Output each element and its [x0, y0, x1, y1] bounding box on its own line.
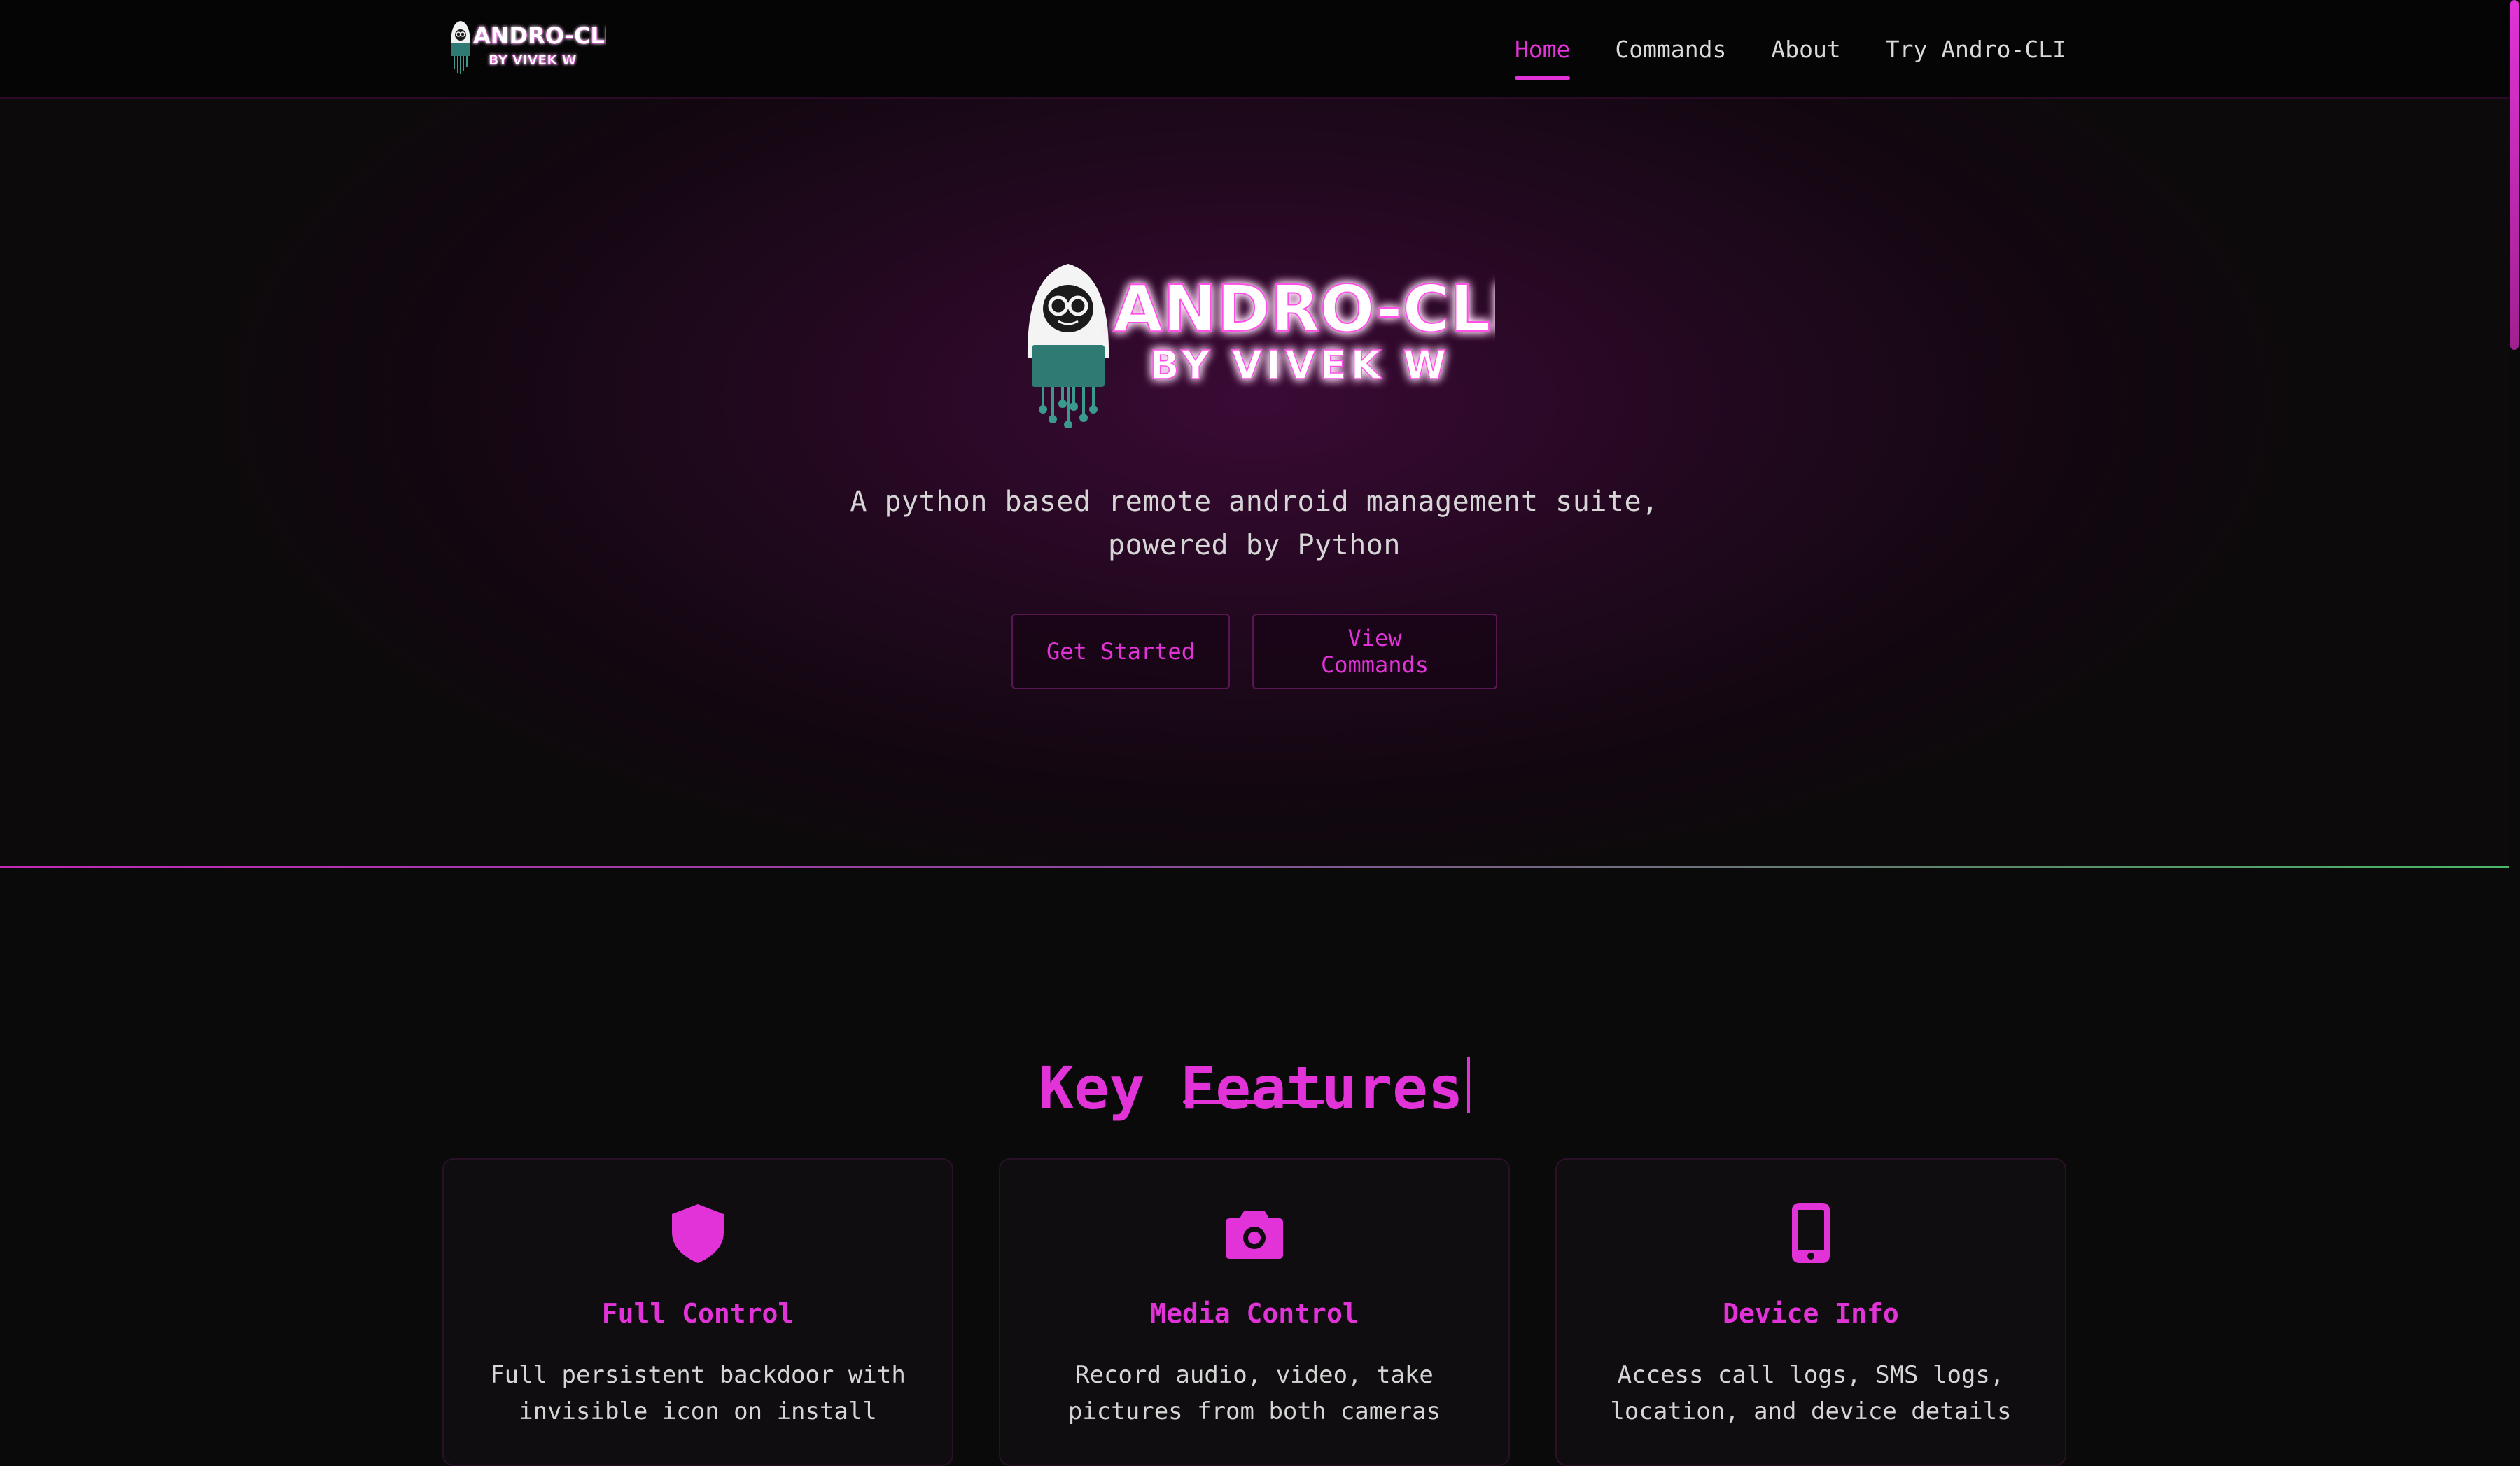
- nav-links: Home Commands About Try Andro-CLI: [1514, 0, 2066, 99]
- features-heading-text: Key Features: [1038, 1053, 1464, 1122]
- svg-text:BY VIVEK W: BY VIVEK W: [1149, 343, 1450, 388]
- feature-card-media-control: Media Control Record audio, video, take …: [999, 1158, 1510, 1466]
- section-divider: [0, 866, 2509, 868]
- hacker-mascot-icon: [451, 21, 470, 74]
- svg-text:ANDRO-CLI: ANDRO-CLI: [1113, 272, 1495, 346]
- nav-link-try-andro-cli[interactable]: Try Andro-CLI: [1886, 36, 2066, 63]
- nav-link-home[interactable]: Home: [1514, 36, 1571, 80]
- feature-card-title: Media Control: [1150, 1298, 1359, 1329]
- mobile-phone-icon: [1792, 1203, 1830, 1263]
- feature-card-description-line-2: pictures from both cameras: [1068, 1397, 1441, 1425]
- feature-card-title: Full Control: [601, 1298, 794, 1329]
- typing-caret: [1467, 1056, 1471, 1113]
- features-heading-underline: [1183, 1100, 1324, 1104]
- feature-card-description-line-2: location, and device details: [1610, 1397, 2012, 1425]
- hero-logo: ANDRO-CLI BY VIVEK W: [1027, 264, 1495, 428]
- view-commands-button[interactable]: View Commands: [1252, 614, 1497, 689]
- feature-card-description-line-1: Record audio, video, take: [1075, 1361, 1434, 1389]
- nav-link-commands[interactable]: Commands: [1615, 36, 1726, 63]
- hero-subtitle: A python based remote android management…: [0, 480, 2509, 567]
- brand-logo[interactable]: ANDRO-CLI BY VIVEK W: [445, 17, 606, 76]
- feature-card-description-line-1: Access call logs, SMS logs,: [1617, 1361, 2005, 1389]
- feature-card-full-control: Full Control Full persistent backdoor wi…: [442, 1158, 953, 1466]
- hero-buttons: Get Started View Commands: [0, 614, 2509, 689]
- feature-card-title: Device Info: [1723, 1298, 1899, 1329]
- hero-section: ANDRO-CLI BY VIVEK W A python based remo…: [0, 99, 2509, 867]
- svg-text:ANDRO-CLI: ANDRO-CLI: [473, 22, 606, 49]
- scrollbar-thumb[interactable]: [2510, 0, 2519, 350]
- shield-icon: [672, 1204, 724, 1263]
- feature-card-description: Access call logs, SMS logs, location, an…: [1557, 1357, 2065, 1430]
- features-heading: Key Features: [0, 1053, 2509, 1123]
- feature-card-description: Record audio, video, take pictures from …: [1000, 1357, 1508, 1430]
- camera-icon: [1226, 1211, 1283, 1259]
- hero-subtitle-line-1: A python based remote android management…: [850, 486, 1659, 518]
- get-started-button[interactable]: Get Started: [1011, 614, 1230, 689]
- feature-card-description: Full persistent backdoor with invisible …: [444, 1357, 952, 1430]
- hacker-mascot-icon: [1027, 264, 1110, 428]
- feature-card-description-line-2: invisible icon on install: [519, 1397, 877, 1425]
- navbar: ANDRO-CLI BY VIVEK W Home Commands About…: [0, 0, 2509, 99]
- feature-card-description-line-1: Full persistent backdoor with: [490, 1361, 906, 1389]
- svg-text:BY VIVEK W: BY VIVEK W: [489, 52, 577, 68]
- feature-card-device-info: Device Info Access call logs, SMS logs, …: [1555, 1158, 2066, 1466]
- nav-link-about[interactable]: About: [1771, 36, 1840, 63]
- hero-subtitle-line-2: powered by Python: [1108, 529, 1401, 561]
